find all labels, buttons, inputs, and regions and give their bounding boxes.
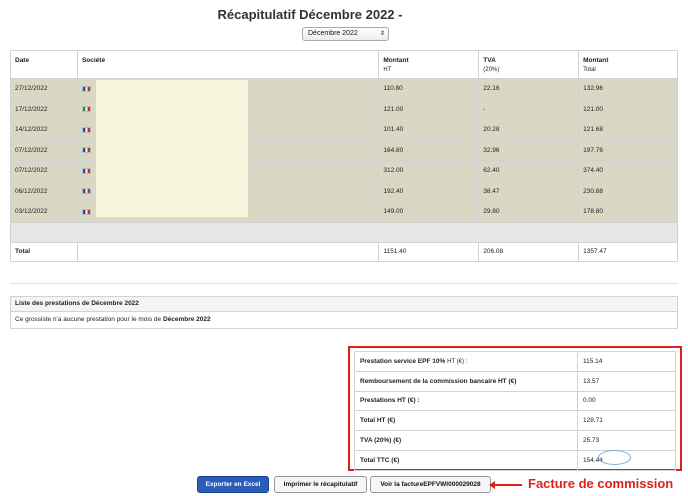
table-header-row: Date Société Montant HT TVA (20%) Montant T… <box>10 50 678 79</box>
cell-vat: 29.80 <box>478 201 580 223</box>
summary-label: TVA (20%) (€) <box>354 430 578 451</box>
summary-label: Total HT (€) <box>354 410 578 432</box>
table-total-row: Total 1151.40 206.08 1357.47 <box>10 241 678 262</box>
flag-fr-icon <box>81 167 91 174</box>
cell-total: 178.80 <box>578 201 678 223</box>
cell-date: 07/12/2022 <box>10 160 78 182</box>
cell-total: 230.88 <box>578 180 678 202</box>
summary-value: 13.57 <box>577 370 676 392</box>
summary-row: Remboursement de la commission bancaire … <box>354 370 676 392</box>
cell-total: 197.76 <box>578 139 678 161</box>
cell-date: 27/12/2022 <box>10 78 78 100</box>
cell-ht: 149.00 <box>378 201 480 223</box>
cell-total: 132.96 <box>578 78 678 100</box>
cell-ht: 121.00 <box>378 98 480 120</box>
summary-value: 115.14 <box>577 351 676 372</box>
flag-it-icon <box>81 106 91 113</box>
summary-row: TVA (20%) (€) 25.73 <box>354 430 676 451</box>
cell-total: 121.00 <box>578 98 678 120</box>
cell-date: 14/12/2022 <box>10 119 78 141</box>
col-header-vat: TVA (20%) <box>478 50 580 79</box>
col-header-amount-ht: Montant HT <box>378 50 480 79</box>
cell-date: 17/12/2022 <box>10 98 78 120</box>
cell-vat: 20.28 <box>478 119 580 141</box>
cell-vat: 32.96 <box>478 139 580 161</box>
summary-value: 25.73 <box>577 430 676 451</box>
summary-value: 0.00 <box>577 390 676 412</box>
flag-fr-icon <box>81 208 91 215</box>
cell-vat: - <box>478 98 580 120</box>
col-header-total: Montant Total <box>578 50 678 79</box>
total-vat: 206.08 <box>478 241 580 262</box>
cell-total: 374.40 <box>578 160 678 182</box>
summary-value: 128.71 <box>577 410 676 432</box>
col-header-company: Société <box>76 50 380 79</box>
flag-fr-icon <box>81 147 91 154</box>
cell-date: 07/12/2022 <box>10 139 78 161</box>
prestations-message: Ce grossiste n'a aucune prestation pour … <box>15 316 211 323</box>
cell-ht: 101.40 <box>378 119 480 141</box>
flag-fr-icon <box>81 85 91 92</box>
cell-vat: 22.16 <box>478 78 580 100</box>
cell-ht: 164.80 <box>378 139 480 161</box>
print-summary-button[interactable]: Imprimer le récapitulatif <box>274 476 367 493</box>
summary-row: Prestation service EPF 10% HT (€) : 115.… <box>354 351 676 372</box>
cell-date: 06/12/2022 <box>10 180 78 202</box>
cell-date: 03/12/2022 <box>10 201 78 223</box>
section-divider <box>10 283 678 284</box>
summary-label: Prestation service EPF 10% HT (€) : <box>354 351 578 372</box>
cell-ht: 192.40 <box>378 180 480 202</box>
month-select-value: Décembre 2022 <box>308 30 358 37</box>
prestations-panel: Liste des prestations de Décembre 2022 C… <box>10 296 678 329</box>
summary-row: Prestations HT (€) : 0.00 <box>354 390 676 412</box>
total-ttc: 1357.47 <box>578 241 678 262</box>
total-label: Total <box>10 241 78 262</box>
cell-vat: 38.47 <box>478 180 580 202</box>
summary-row: Total HT (€) 128.71 <box>354 410 676 432</box>
page-title: Récapitulatif Décembre 2022 - <box>217 7 403 22</box>
view-invoice-button[interactable]: Voir la factureEPFVWI000029028 <box>370 476 491 493</box>
select-arrows-icon: ⇕ <box>379 31 385 37</box>
flag-fr-icon <box>81 188 91 195</box>
summary-label: Total TTC (€) <box>354 449 578 471</box>
annotation-arrow-icon <box>489 481 522 489</box>
month-select[interactable]: Décembre 2022 ⇕ <box>302 27 389 41</box>
cell-ht: 110.80 <box>378 78 480 100</box>
col-header-date: Date <box>10 50 78 79</box>
export-excel-button[interactable]: Exporter en Excel <box>197 476 269 493</box>
cell-vat: 62.40 <box>478 160 580 182</box>
table-spacer-row <box>10 221 678 243</box>
summary-label: Remboursement de la commission bancaire … <box>354 370 578 392</box>
cell-ht: 312.00 <box>378 160 480 182</box>
summary-label: Prestations HT (€) : <box>354 390 578 412</box>
flag-fr-icon <box>81 126 91 133</box>
redacted-company-names <box>96 80 248 217</box>
prestations-heading: Liste des prestations de Décembre 2022 <box>11 297 677 312</box>
annotation-label: Facture de commission <box>528 476 674 491</box>
total-ht: 1151.40 <box>378 241 480 262</box>
cell-total: 121.68 <box>578 119 678 141</box>
commission-summary: Prestation service EPF 10% HT (€) : 115.… <box>348 346 682 471</box>
highlight-oval <box>598 450 631 465</box>
